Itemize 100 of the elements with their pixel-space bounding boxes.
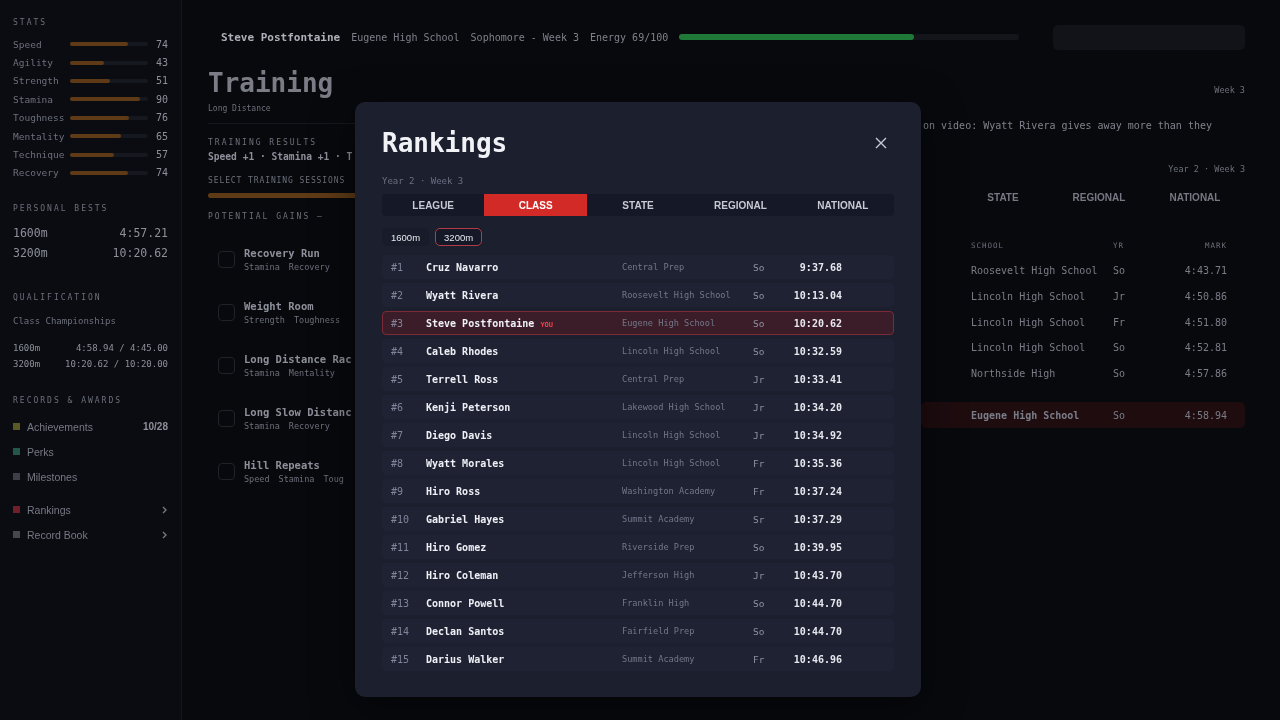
- school-name: Summit Academy: [622, 514, 696, 524]
- stat-value: 57: [154, 149, 168, 161]
- session-tag: Toug: [323, 474, 344, 484]
- tab[interactable]: REGIONAL: [689, 194, 792, 216]
- session-tag: Stamina: [278, 474, 315, 484]
- session-tag: Stamina: [244, 262, 280, 272]
- table-cell-text: Eugene High School: [971, 409, 1081, 421]
- dialog-title: Rankings: [382, 128, 508, 158]
- page-title: Training: [208, 68, 335, 98]
- race-time: 10:20.62: [792, 317, 842, 329]
- session-tag: Speed: [244, 474, 270, 484]
- player-name: Steve Postfontaine: [221, 30, 341, 44]
- year-label: Jr: [753, 401, 766, 413]
- sidebar-item[interactable]: Rankings: [13, 497, 168, 523]
- session-name: Hill Repeats: [244, 459, 321, 471]
- table-cell-text: 4:50.86: [1183, 291, 1227, 303]
- athlete-name: Hiro Ross: [426, 485, 481, 497]
- checkbox[interactable]: [218, 304, 235, 321]
- event-chip[interactable]: 1600m: [382, 228, 430, 246]
- year-label: Jr: [753, 373, 766, 385]
- race-time: 10:35.36: [792, 457, 842, 469]
- table-cell-text: Jr: [1113, 291, 1127, 303]
- year-label: So: [753, 261, 766, 273]
- rank-number: #6: [391, 401, 405, 413]
- year-label: So: [753, 317, 766, 329]
- session-tag: Recovery: [288, 262, 330, 272]
- event-label: 1600m: [13, 343, 41, 354]
- checkbox[interactable]: [218, 463, 235, 480]
- athlete-name: Kenji Peterson: [426, 401, 511, 413]
- athlete-name: Hiro Coleman: [426, 569, 499, 581]
- checkbox[interactable]: [218, 357, 235, 374]
- school-name: Riverside Prep: [622, 542, 696, 552]
- school-name: Summit Academy: [622, 654, 696, 664]
- session-tag: Stamina: [244, 421, 280, 431]
- table-cell-text: Lincoln High School: [971, 316, 1087, 328]
- athlete-name: Terrell Ross: [426, 373, 499, 385]
- race-time: 10:32.59: [792, 345, 842, 357]
- close-icon[interactable]: [874, 136, 888, 150]
- sidebar-item[interactable]: Record Book: [13, 522, 168, 548]
- athlete-name: Hiro Gomez: [426, 541, 487, 553]
- sidebar-item[interactable]: Achievements 10/28: [13, 414, 168, 440]
- race-time: 10:34.92: [792, 429, 842, 441]
- athlete-name: Steve Postfontaine: [426, 317, 535, 329]
- section-title: POTENTIAL GAINS —: [208, 212, 325, 221]
- rank-number: #1: [391, 261, 405, 273]
- session-name: Recovery Run: [244, 247, 321, 259]
- section-title: STATS: [13, 18, 49, 27]
- rank-number: #13: [391, 597, 411, 609]
- race-time: 10:33.41: [792, 373, 842, 385]
- school-name: Lincoln High School: [622, 458, 722, 468]
- tab[interactable]: STATE: [586, 194, 690, 216]
- session-name: Weight Room: [244, 300, 315, 312]
- athlete-name: Connor Powell: [426, 597, 505, 609]
- rank-number: #9: [391, 485, 405, 497]
- table-cell-text: 4:52.81: [1183, 342, 1227, 354]
- table-cell-text: Northside High: [971, 368, 1057, 380]
- qualification-times: 10:20.62 / 10:20.00: [65, 359, 168, 370]
- athlete-name: Gabriel Hayes: [426, 513, 505, 525]
- stat-label: Toughness: [13, 112, 66, 124]
- session-name: Long Distance Rac: [244, 353, 352, 365]
- athlete-name: Declan Santos: [426, 625, 505, 637]
- tab[interactable]: NATIONAL: [1147, 187, 1243, 208]
- checkbox[interactable]: [218, 410, 235, 427]
- rank-number: #8: [391, 457, 405, 469]
- tab[interactable]: CLASS: [484, 194, 587, 216]
- stat-label: Recovery: [13, 167, 60, 179]
- year-label: Fr: [753, 485, 766, 497]
- race-time: 10:37.24: [792, 485, 842, 497]
- sidebar-item[interactable]: Milestones: [13, 464, 168, 490]
- table-cell-text: 4:58.94: [1183, 409, 1227, 421]
- school-name: Lincoln High School: [622, 430, 722, 440]
- school-name: Central Prep: [622, 374, 686, 384]
- race-time: 10:43.70: [792, 569, 842, 581]
- race-time: 10:34.20: [792, 401, 842, 413]
- year-label: Jr: [753, 569, 766, 581]
- rank-number: #10: [391, 513, 411, 525]
- race-time: 10:44.70: [792, 625, 842, 637]
- school-name: Fairfield Prep: [622, 626, 696, 636]
- tab[interactable]: LEAGUE: [382, 194, 485, 216]
- checkbox[interactable]: [218, 251, 235, 268]
- stat-value: 90: [154, 93, 168, 105]
- stat-value: 51: [154, 75, 168, 87]
- section-title: TRAINING RESULTS: [208, 138, 319, 147]
- event-chip[interactable]: 3200m: [435, 228, 483, 246]
- tab[interactable]: NATIONAL: [791, 194, 895, 216]
- sidebar-item[interactable]: Perks: [13, 439, 168, 465]
- year-label: Sr: [753, 513, 766, 525]
- school-name: Lincoln High School: [622, 346, 722, 356]
- event-label: 3200m: [13, 359, 41, 370]
- tab[interactable]: STATE: [955, 187, 1051, 208]
- rank-number: #5: [391, 373, 405, 385]
- tab[interactable]: REGIONAL: [1051, 187, 1147, 208]
- school-name: Washington Academy: [622, 486, 717, 496]
- race-time: 10:39.95: [792, 541, 842, 553]
- section-title: RECORDS & AWARDS: [13, 396, 124, 406]
- session-tag: Strength: [244, 315, 285, 325]
- table-cell-text: Roosevelt High School: [971, 265, 1099, 277]
- page-subtitle: Long Distance: [208, 104, 355, 124]
- race-time: 9:37.68: [798, 261, 842, 273]
- table-cell-text: 4:51.80: [1183, 316, 1227, 328]
